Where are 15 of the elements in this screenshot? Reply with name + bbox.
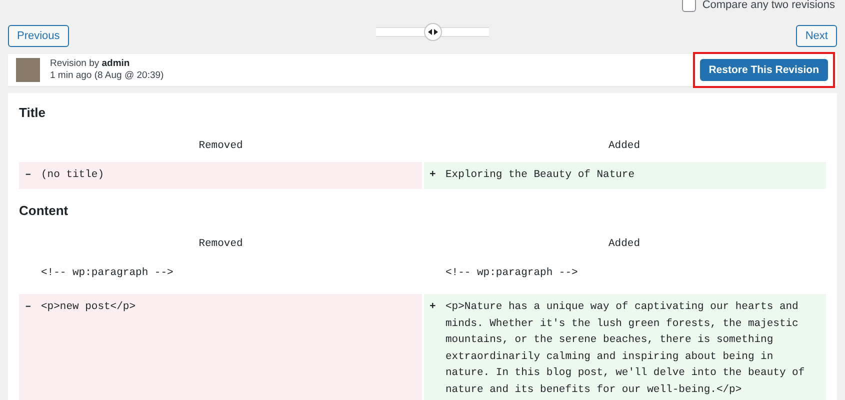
column-header: Added [607, 140, 641, 152]
avatar-placeholder [16, 58, 40, 82]
revision-author: Revision by admin [50, 58, 131, 70]
compare-checkbox[interactable] [682, 0, 696, 12]
restore-button[interactable]: Restore This Revision [700, 59, 828, 81]
next-button[interactable]: Next [796, 25, 837, 47]
section-heading: Content [19, 202, 70, 220]
compare-label: Compare any two revisions [702, 0, 835, 11]
column-header: Removed [198, 238, 244, 250]
revision-time: 1 min ago (8 Aug @ 20:39) [50, 70, 164, 82]
column-header: Removed [198, 140, 244, 152]
column-header: Added [607, 238, 641, 250]
section-heading: Title [19, 104, 46, 122]
slider-handle[interactable] [424, 23, 442, 41]
previous-button[interactable]: Previous [8, 25, 69, 47]
